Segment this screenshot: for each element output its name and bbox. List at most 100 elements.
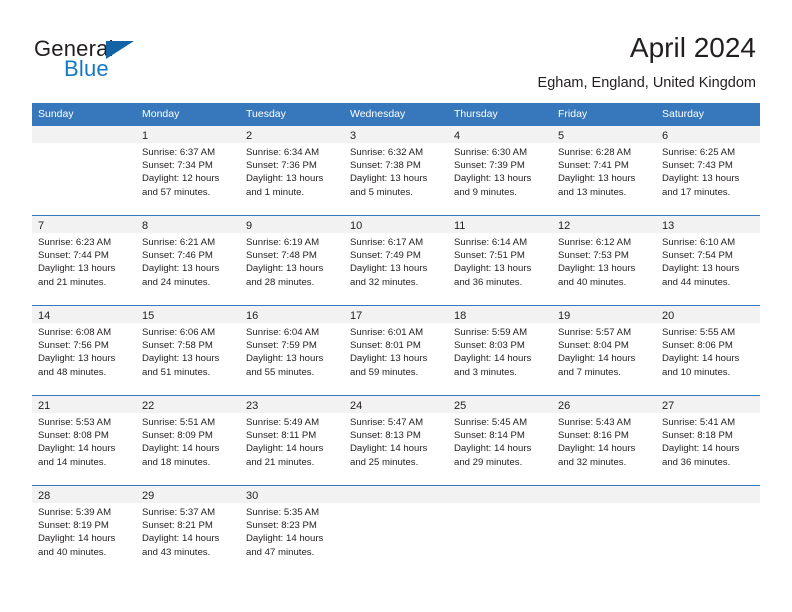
- weekday-header-row: Sunday Monday Tuesday Wednesday Thursday Frid…: [32, 103, 760, 126]
- calendar-day-cell[interactable]: 11 Sunrise: 6:14 AM Sunset: 7:51 PM Dayligh…: [448, 216, 552, 305]
- day-number-band: 9: [240, 216, 344, 233]
- day-details: Sunrise: 5:39 AM Sunset: 8:19 PM Daylight:…: [32, 503, 136, 559]
- calendar-day-cell[interactable]: 4 Sunrise: 6:30 AM Sunset: 7:39 PM Daylight…: [448, 126, 552, 215]
- day-detail-line: and 5 minutes.: [350, 186, 413, 198]
- day-details: Sunrise: 5:41 AM Sunset: 8:18 PM Daylight:…: [656, 413, 760, 469]
- weekday-header-thursday: Thursday: [454, 108, 498, 120]
- day-number-band: 2: [240, 126, 344, 143]
- day-detail-line: Sunrise: 5:59 AM: [454, 327, 528, 338]
- calendar-day-cell[interactable]: 15 Sunrise: 6:06 AM Sunset: 7:58 PM Dayligh…: [136, 306, 240, 395]
- day-detail-line: Sunrise: 5:35 AM: [246, 507, 320, 518]
- day-number-band: [656, 486, 760, 503]
- day-detail-line: Sunset: 8:19 PM: [38, 520, 109, 532]
- day-number: 20: [662, 310, 675, 322]
- day-detail-line: Daylight: 13 hours: [558, 263, 636, 275]
- calendar-day-cell[interactable]: 16 Sunrise: 6:04 AM Sunset: 7:59 PM Dayligh…: [240, 306, 344, 395]
- day-detail-line: Sunrise: 6:01 AM: [350, 327, 424, 338]
- day-detail-line: Daylight: 13 hours: [38, 263, 116, 275]
- calendar-day-cell[interactable]: 10 Sunrise: 6:17 AM Sunset: 7:49 PM Dayligh…: [344, 216, 448, 305]
- day-detail-line: Daylight: 13 hours: [142, 263, 220, 275]
- day-detail-line: Sunrise: 6:04 AM: [246, 327, 320, 338]
- calendar-day-cell[interactable]: 19 Sunrise: 5:57 AM Sunset: 8:04 PM Dayligh…: [552, 306, 656, 395]
- day-details: Sunrise: 6:12 AM Sunset: 7:53 PM Daylight:…: [552, 233, 656, 289]
- day-detail-line: and 25 minutes.: [350, 456, 419, 468]
- calendar-day-cell[interactable]: 17 Sunrise: 6:01 AM Sunset: 8:01 PM Dayligh…: [344, 306, 448, 395]
- calendar-page: General Blue April 2024 Egham, England, …: [0, 0, 792, 612]
- day-number: 9: [246, 220, 253, 232]
- day-number-band: 7: [32, 216, 136, 233]
- calendar-day-cell[interactable]: 13 Sunrise: 6:10 AM Sunset: 7:54 PM Dayligh…: [656, 216, 760, 305]
- calendar-day-cell[interactable]: 2 Sunrise: 6:34 AM Sunset: 7:36 PM Daylight…: [240, 126, 344, 215]
- day-number-band: 27: [656, 396, 760, 413]
- day-details: Sunrise: 6:28 AM Sunset: 7:41 PM Daylight:…: [552, 143, 656, 199]
- calendar-week-row: 28 Sunrise: 5:39 AM Sunset: 8:19 PM Dayligh…: [32, 485, 760, 575]
- day-detail-line: Daylight: 13 hours: [246, 353, 324, 365]
- calendar-day-cell[interactable]: 22 Sunrise: 5:51 AM Sunset: 8:09 PM Dayligh…: [136, 396, 240, 485]
- calendar-week-row: 14 Sunrise: 6:08 AM Sunset: 7:56 PM Dayligh…: [32, 305, 760, 395]
- day-detail-line: and 40 minutes.: [558, 276, 627, 288]
- calendar-day-cell[interactable]: 28 Sunrise: 5:39 AM Sunset: 8:19 PM Dayligh…: [32, 486, 136, 575]
- day-number-band: 20: [656, 306, 760, 323]
- page-title: April 2024: [629, 32, 756, 63]
- day-detail-line: Daylight: 12 hours: [142, 173, 220, 185]
- day-number: 3: [350, 130, 357, 142]
- calendar-day-cell[interactable]: 25 Sunrise: 5:45 AM Sunset: 8:14 PM Dayligh…: [448, 396, 552, 485]
- day-detail-line: and 44 minutes.: [662, 276, 731, 288]
- blue-triangle-icon: [106, 41, 134, 59]
- day-detail-line: Sunset: 7:51 PM: [454, 250, 525, 262]
- calendar-day-cell[interactable]: 5 Sunrise: 6:28 AM Sunset: 7:41 PM Daylight…: [552, 126, 656, 215]
- weekday-header-saturday: Saturday: [662, 108, 705, 120]
- day-detail-line: Daylight: 13 hours: [662, 173, 740, 185]
- calendar-day-cell[interactable]: 30 Sunrise: 5:35 AM Sunset: 8:23 PM Dayligh…: [240, 486, 344, 575]
- day-number: 30: [246, 490, 259, 502]
- day-detail-line: Daylight: 13 hours: [38, 353, 116, 365]
- day-detail-line: and 17 minutes.: [662, 186, 731, 198]
- day-detail-line: Daylight: 13 hours: [454, 263, 532, 275]
- calendar-day-cell[interactable]: 21 Sunrise: 5:53 AM Sunset: 8:08 PM Dayligh…: [32, 396, 136, 485]
- day-detail-line: and 3 minutes.: [454, 366, 517, 378]
- day-number: 27: [662, 400, 675, 412]
- weekday-header-wednesday: Wednesday: [350, 108, 406, 120]
- day-detail-line: and 36 minutes.: [454, 276, 523, 288]
- calendar-day-cell[interactable]: 9 Sunrise: 6:19 AM Sunset: 7:48 PM Daylight…: [240, 216, 344, 305]
- calendar-day-cell[interactable]: 3 Sunrise: 6:32 AM Sunset: 7:38 PM Daylight…: [344, 126, 448, 215]
- day-details: Sunrise: 6:01 AM Sunset: 8:01 PM Daylight:…: [344, 323, 448, 379]
- day-number: 7: [38, 220, 45, 232]
- calendar-day-cell[interactable]: 1 Sunrise: 6:37 AM Sunset: 7:34 PM Daylight…: [136, 126, 240, 215]
- day-detail-line: Sunset: 7:36 PM: [246, 160, 317, 172]
- calendar-day-cell[interactable]: 20 Sunrise: 5:55 AM Sunset: 8:06 PM Dayligh…: [656, 306, 760, 395]
- calendar-day-cell[interactable]: 27 Sunrise: 5:41 AM Sunset: 8:18 PM Dayligh…: [656, 396, 760, 485]
- calendar-day-cell[interactable]: 18 Sunrise: 5:59 AM Sunset: 8:03 PM Dayligh…: [448, 306, 552, 395]
- day-detail-line: and 32 minutes.: [558, 456, 627, 468]
- day-details: Sunrise: 5:37 AM Sunset: 8:21 PM Daylight:…: [136, 503, 240, 559]
- brand-logo[interactable]: General Blue: [34, 36, 234, 86]
- day-detail-line: Sunset: 8:03 PM: [454, 340, 525, 352]
- calendar-day-cell[interactable]: 29 Sunrise: 5:37 AM Sunset: 8:21 PM Dayligh…: [136, 486, 240, 575]
- day-detail-line: Sunrise: 6:06 AM: [142, 327, 216, 338]
- calendar-day-cell[interactable]: 24 Sunrise: 5:47 AM Sunset: 8:13 PM Dayligh…: [344, 396, 448, 485]
- calendar-day-cell[interactable]: 26 Sunrise: 5:43 AM Sunset: 8:16 PM Dayligh…: [552, 396, 656, 485]
- calendar-day-cell[interactable]: 7 Sunrise: 6:23 AM Sunset: 7:44 PM Daylight…: [32, 216, 136, 305]
- calendar-day-cell[interactable]: 8 Sunrise: 6:21 AM Sunset: 7:46 PM Daylight…: [136, 216, 240, 305]
- day-details: Sunrise: 6:04 AM Sunset: 7:59 PM Daylight:…: [240, 323, 344, 379]
- day-number-band: 16: [240, 306, 344, 323]
- day-detail-line: Sunset: 8:13 PM: [350, 430, 421, 442]
- calendar-day-cell[interactable]: 12 Sunrise: 6:12 AM Sunset: 7:53 PM Dayligh…: [552, 216, 656, 305]
- day-number-band: 5: [552, 126, 656, 143]
- calendar-day-cell-empty: [344, 486, 448, 575]
- calendar-day-cell[interactable]: 14 Sunrise: 6:08 AM Sunset: 7:56 PM Dayligh…: [32, 306, 136, 395]
- day-detail-line: Sunrise: 5:55 AM: [662, 327, 736, 338]
- day-number-band: [32, 126, 136, 143]
- day-details: [344, 503, 448, 506]
- day-details: Sunrise: 6:06 AM Sunset: 7:58 PM Daylight:…: [136, 323, 240, 379]
- day-details: [448, 503, 552, 506]
- day-detail-line: Daylight: 14 hours: [142, 533, 220, 545]
- day-detail-line: and 48 minutes.: [38, 366, 107, 378]
- day-detail-line: Sunrise: 6:28 AM: [558, 147, 632, 158]
- calendar-day-cell[interactable]: 6 Sunrise: 6:25 AM Sunset: 7:43 PM Daylight…: [656, 126, 760, 215]
- day-number-band: 18: [448, 306, 552, 323]
- calendar-day-cell[interactable]: 23 Sunrise: 5:49 AM Sunset: 8:11 PM Dayligh…: [240, 396, 344, 485]
- calendar-day-cell-empty: [552, 486, 656, 575]
- day-number-band: 11: [448, 216, 552, 233]
- day-details: Sunrise: 6:23 AM Sunset: 7:44 PM Daylight:…: [32, 233, 136, 289]
